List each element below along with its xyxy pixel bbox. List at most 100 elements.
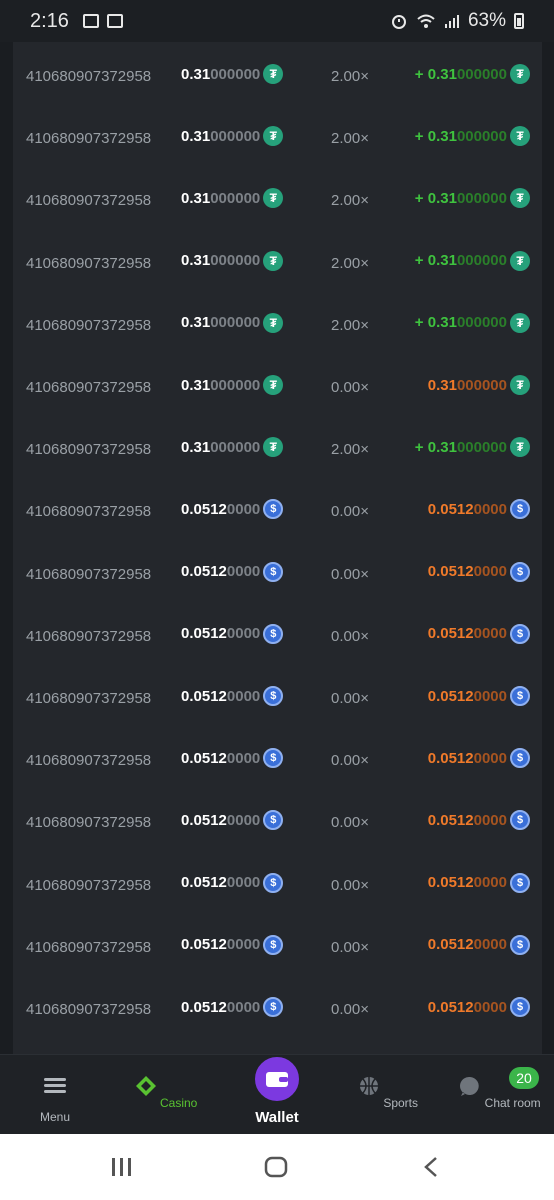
tether-icon: ₮ — [510, 64, 530, 84]
payout-tail: 0000 — [473, 874, 507, 892]
amount-main: 0.31 — [181, 252, 211, 270]
multiplier: 2.00× — [331, 316, 369, 334]
bet-row[interactable]: 410680907372958 0.05120000 $0.00× 0.0512000… — [13, 542, 542, 604]
bet-id: 410680907372958 — [26, 192, 152, 210]
nav-sports[interactable]: Sports — [343, 1075, 433, 1110]
nav-menu[interactable]: Menu — [10, 1075, 100, 1124]
amount-tail: 0000 — [226, 936, 261, 954]
bet-id: 410680907372958 — [26, 876, 152, 894]
amount-main: 0.31 — [181, 65, 211, 83]
multiplier: 0.00× — [331, 565, 369, 583]
amount-main: 0.0512 — [181, 625, 227, 643]
amount-tail: 0000 — [226, 811, 261, 829]
tether-icon: ₮ — [263, 188, 284, 209]
usd-coin-icon: $ — [263, 686, 284, 706]
wallet-icon — [266, 1072, 288, 1087]
payout-tail: 0000 — [473, 749, 507, 767]
usd-coin-icon: $ — [263, 810, 284, 831]
bet-row[interactable]: 410680907372958 0.31000000 ₮ 2.00× + 0.31000… — [13, 417, 542, 479]
tether-icon: ₮ — [510, 375, 530, 395]
payout: 0.05120000 $ — [428, 934, 530, 955]
tether-icon: ₮ — [263, 375, 284, 395]
amount-main: 0.31 — [181, 438, 211, 456]
home-icon[interactable] — [264, 1156, 288, 1178]
amount-main: 0.0512 — [181, 874, 227, 892]
payout-main: 0.0512 — [427, 563, 474, 581]
bet-row[interactable]: 410680907372958 0.31000000 ₮ 2.00× + 0.31000… — [13, 168, 542, 230]
multiplier: 0.00× — [331, 690, 369, 707]
bet-amount: 0.05120000 $ — [181, 748, 284, 769]
amount-main: 0.0512 — [181, 500, 227, 518]
key-icon — [106, 14, 123, 28]
bet-row[interactable]: 410680907372958 0.31000000 ₮ 2.00× + 0.31000… — [13, 44, 542, 106]
payout: 0.31000000 ₮ — [428, 375, 530, 395]
bet-amount: 0.31000000 ₮ — [181, 126, 284, 147]
usd-coin-icon: $ — [263, 499, 284, 520]
payout-main: 0.31 — [427, 314, 457, 332]
amount-tail: 0000 — [226, 500, 261, 518]
bet-row[interactable]: 410680907372958 0.05120000 $0.00× 0.0512000… — [13, 977, 542, 1039]
amount-main: 0.0512 — [181, 998, 227, 1016]
amount-main: 0.0512 — [181, 687, 227, 705]
bet-row[interactable]: 410680907372958 0.05120000 $0.00× 0.0512000… — [13, 790, 542, 852]
bet-row[interactable]: 410680907372958 0.05120000 $0.00× 0.0512000… — [13, 728, 542, 790]
usd-coin-icon: $ — [510, 810, 530, 831]
payout: 0.05120000 $ — [427, 872, 530, 893]
recent-apps-icon[interactable] — [110, 1156, 134, 1178]
tether-icon: ₮ — [510, 250, 530, 271]
bet-row[interactable]: 410680907372958 0.31000000 ₮ 2.00× + 0.31000… — [13, 293, 542, 355]
payout-tail: 000000 — [456, 127, 507, 145]
multiplier: 0.00× — [331, 1001, 369, 1018]
usd-coin-icon: $ — [510, 934, 530, 955]
usd-coin-icon: $ — [263, 748, 284, 769]
tether-icon: ₮ — [263, 126, 284, 147]
multiplier: 2.00× — [331, 192, 369, 210]
payout-main: 0.0512 — [427, 874, 474, 892]
bet-id: 410680907372958 — [26, 316, 152, 334]
amount-main: 0.31 — [181, 189, 211, 207]
casino-icon — [135, 1076, 156, 1096]
bet-amount: 0.05120000 $ — [181, 623, 284, 644]
nav-wallet-label: Wallet — [255, 1109, 299, 1126]
back-icon[interactable] — [420, 1156, 444, 1178]
amount-tail: 000000 — [210, 376, 261, 394]
payout-tail: 0000 — [473, 500, 507, 518]
bet-row[interactable]: 410680907372958 0.05120000 $0.00× 0.0512000… — [13, 915, 542, 977]
tether-icon: ₮ — [510, 126, 530, 147]
menu-icon — [44, 1078, 66, 1100]
payout: 0.05120000 $ — [428, 686, 530, 706]
nav-chat[interactable]: 20 Chat room — [455, 1067, 545, 1110]
bet-row[interactable]: 410680907372958 0.31000000 ₮ 2.00× + 0.31000… — [13, 106, 542, 168]
bet-history-list[interactable]: 410680907372958 0.31000000 ₮ 2.00× + 0.31000… — [13, 42, 542, 1054]
payout: 0.05120000 $ — [428, 997, 530, 1017]
bet-row[interactable]: 410680907372958 0.31000000 ₮ 2.00× + 0.31000… — [13, 231, 542, 293]
bet-row[interactable]: 410680907372958 0.31000000 ₮ 0.00× 0.3100000… — [13, 355, 542, 417]
bet-amount: 0.05120000 $ — [181, 499, 284, 520]
payout-main: 0.0512 — [427, 687, 474, 705]
bet-id: 410680907372958 — [26, 1001, 152, 1018]
payout-main: 0.0512 — [427, 500, 474, 518]
tether-icon: ₮ — [510, 437, 530, 458]
battery-percent: 63% — [467, 10, 506, 31]
nav-casino[interactable]: Casino — [121, 1075, 211, 1110]
payout-main: 0.31 — [427, 438, 457, 456]
bet-row[interactable]: 410680907372958 0.05120000 $0.00× 0.0512000… — [13, 666, 542, 728]
nav-chat-label: Chat room — [484, 1096, 541, 1110]
payout: + 0.31000000 ₮ — [415, 188, 530, 209]
wallet-button[interactable] — [253, 1055, 301, 1103]
bet-row[interactable]: 410680907372958 0.05120000 $0.00× 0.0512000… — [13, 479, 542, 541]
battery-icon — [514, 13, 524, 29]
amount-tail: 000000 — [210, 65, 261, 83]
usd-coin-icon: $ — [510, 748, 530, 769]
payout-tail: 000000 — [456, 65, 507, 83]
nav-wallet[interactable]: Wallet — [232, 1055, 322, 1126]
multiplier: 2.00× — [331, 130, 369, 148]
usd-coin-icon: $ — [510, 872, 530, 893]
usd-coin-icon: $ — [510, 686, 530, 706]
payout-tail: 000000 — [456, 314, 507, 332]
bet-row[interactable]: 410680907372958 0.05120000 $0.00× 0.0512000… — [13, 853, 542, 915]
bet-row[interactable]: 410680907372958 0.05120000 $0.00× 0.0512000… — [13, 604, 542, 666]
gallery-icon — [82, 14, 99, 28]
bet-amount: 0.31000000 ₮ — [181, 188, 284, 209]
payout-main: 0.31 — [427, 65, 457, 83]
